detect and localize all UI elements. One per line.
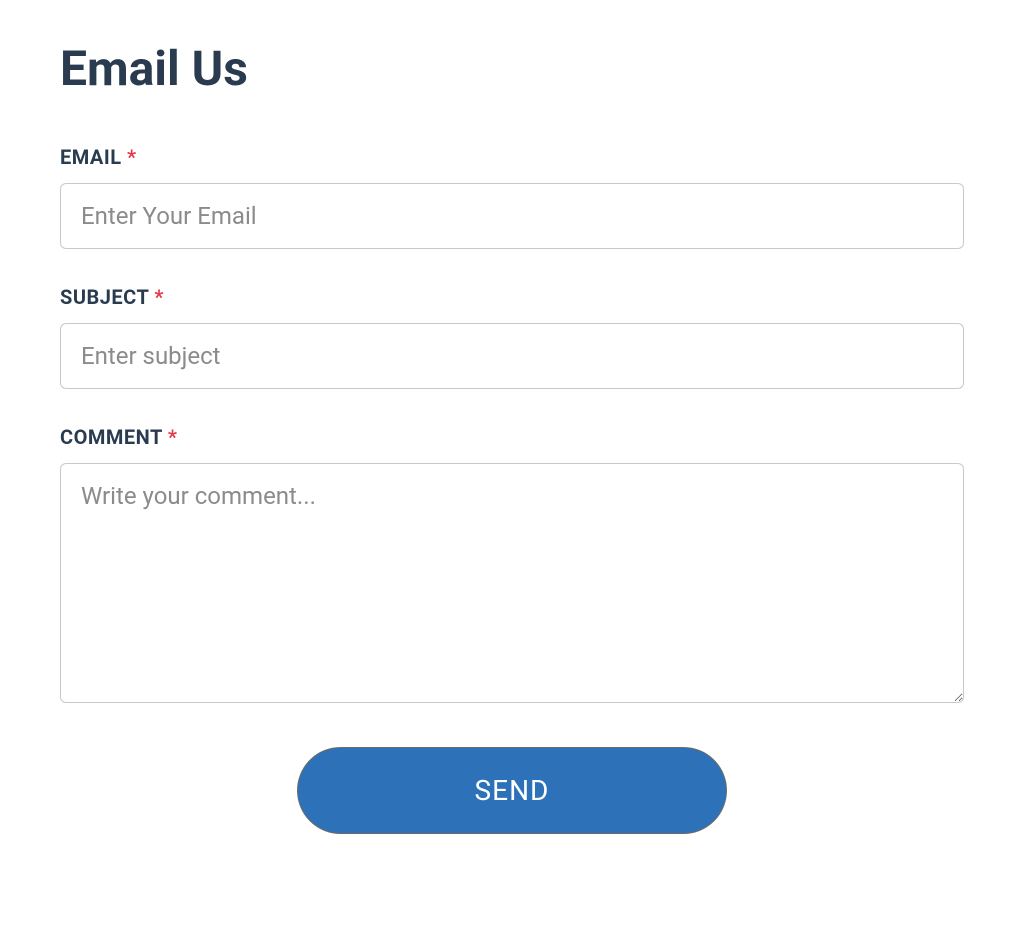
comment-label-text: COMMENT: [60, 425, 162, 449]
email-group: EMAIL *: [60, 145, 964, 249]
page-title: Email Us: [60, 40, 964, 97]
subject-field[interactable]: [60, 323, 964, 389]
comment-required-mark: *: [168, 425, 178, 449]
subject-label-text: SUBJECT: [60, 285, 149, 309]
email-field[interactable]: [60, 183, 964, 249]
email-label-text: EMAIL: [60, 145, 122, 169]
subject-label: SUBJECT *: [60, 285, 964, 309]
send-button[interactable]: SEND: [297, 747, 727, 834]
comment-label: COMMENT *: [60, 425, 964, 449]
subject-group: SUBJECT *: [60, 285, 964, 389]
subject-required-mark: *: [154, 285, 164, 309]
comment-group: COMMENT *: [60, 425, 964, 707]
comment-field[interactable]: [60, 463, 964, 703]
email-label: EMAIL *: [60, 145, 964, 169]
email-required-mark: *: [127, 145, 137, 169]
button-row: SEND: [60, 747, 964, 834]
